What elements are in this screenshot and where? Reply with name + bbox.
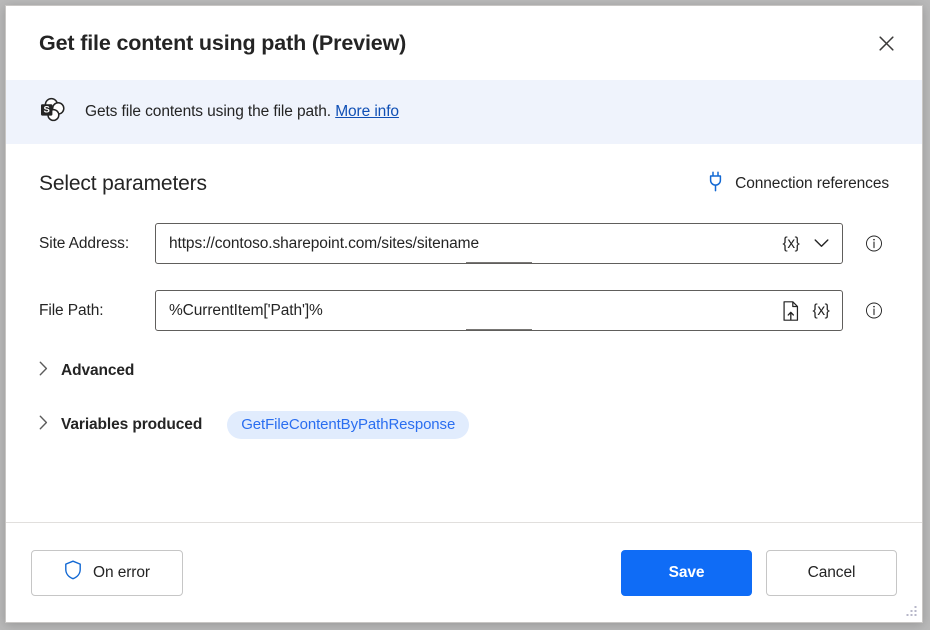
chevron-right-icon xyxy=(39,361,48,381)
expander-variables-produced-label: Variables produced xyxy=(61,416,202,434)
file-path-info-icon[interactable] xyxy=(859,296,889,326)
resize-grip[interactable] xyxy=(904,604,918,618)
banner-description-text: Gets file contents using the file path. xyxy=(85,103,331,120)
section-title: Select parameters xyxy=(39,172,707,196)
connection-references-link[interactable]: Connection references xyxy=(707,171,889,197)
variable-picker-icon[interactable]: {x} xyxy=(776,229,806,259)
cancel-button[interactable]: Cancel xyxy=(766,550,897,596)
dialog-body: Select parameters Connection references … xyxy=(6,144,922,522)
site-address-label: Site Address: xyxy=(39,235,155,253)
close-icon[interactable] xyxy=(868,25,904,61)
banner-description: Gets file contents using the file path. … xyxy=(85,103,399,121)
file-picker-icon[interactable] xyxy=(776,296,806,326)
expander-advanced[interactable]: Advanced xyxy=(39,361,134,381)
shield-icon xyxy=(64,560,82,585)
variable-glyph: {x} xyxy=(813,302,830,320)
site-address-info-icon[interactable] xyxy=(859,229,889,259)
file-path-input[interactable]: %CurrentItem['Path']% {x} xyxy=(155,290,843,331)
expander-advanced-label: Advanced xyxy=(61,362,134,380)
sharepoint-icon: S xyxy=(39,96,67,129)
param-row-site-address: Site Address: https://contoso.sharepoint… xyxy=(39,223,889,264)
site-address-input[interactable]: https://contoso.sharepoint.com/sites/sit… xyxy=(155,223,843,264)
save-button[interactable]: Save xyxy=(621,550,752,596)
expander-variables-produced[interactable]: Variables produced GetFileContentByPathR… xyxy=(39,411,469,439)
plug-icon xyxy=(707,171,724,197)
dialog-title: Get file content using path (Preview) xyxy=(39,31,868,56)
svg-text:S: S xyxy=(44,104,50,115)
variable-glyph: {x} xyxy=(783,235,800,253)
param-row-file-path: File Path: %CurrentItem['Path']% {x} xyxy=(39,290,889,331)
site-address-value: https://contoso.sharepoint.com/sites/sit… xyxy=(169,235,776,253)
variable-picker-icon[interactable]: {x} xyxy=(806,296,836,326)
more-info-link[interactable]: More info xyxy=(335,103,399,120)
dialog-titlebar: Get file content using path (Preview) xyxy=(6,6,922,80)
file-path-label: File Path: xyxy=(39,302,155,320)
file-path-value: %CurrentItem['Path']% xyxy=(169,302,776,320)
on-error-label: On error xyxy=(93,564,150,582)
action-dialog: Get file content using path (Preview) S … xyxy=(5,5,923,623)
parameters-header: Select parameters Connection references xyxy=(39,171,889,197)
on-error-button[interactable]: On error xyxy=(31,550,183,596)
connection-references-label: Connection references xyxy=(735,175,889,193)
chevron-right-icon xyxy=(39,415,48,435)
produced-variable-pill[interactable]: GetFileContentByPathResponse xyxy=(227,411,469,439)
dialog-footer: On error Save Cancel xyxy=(6,523,922,622)
info-banner: S Gets file contents using the file path… xyxy=(6,80,922,144)
chevron-down-icon[interactable] xyxy=(806,229,836,259)
